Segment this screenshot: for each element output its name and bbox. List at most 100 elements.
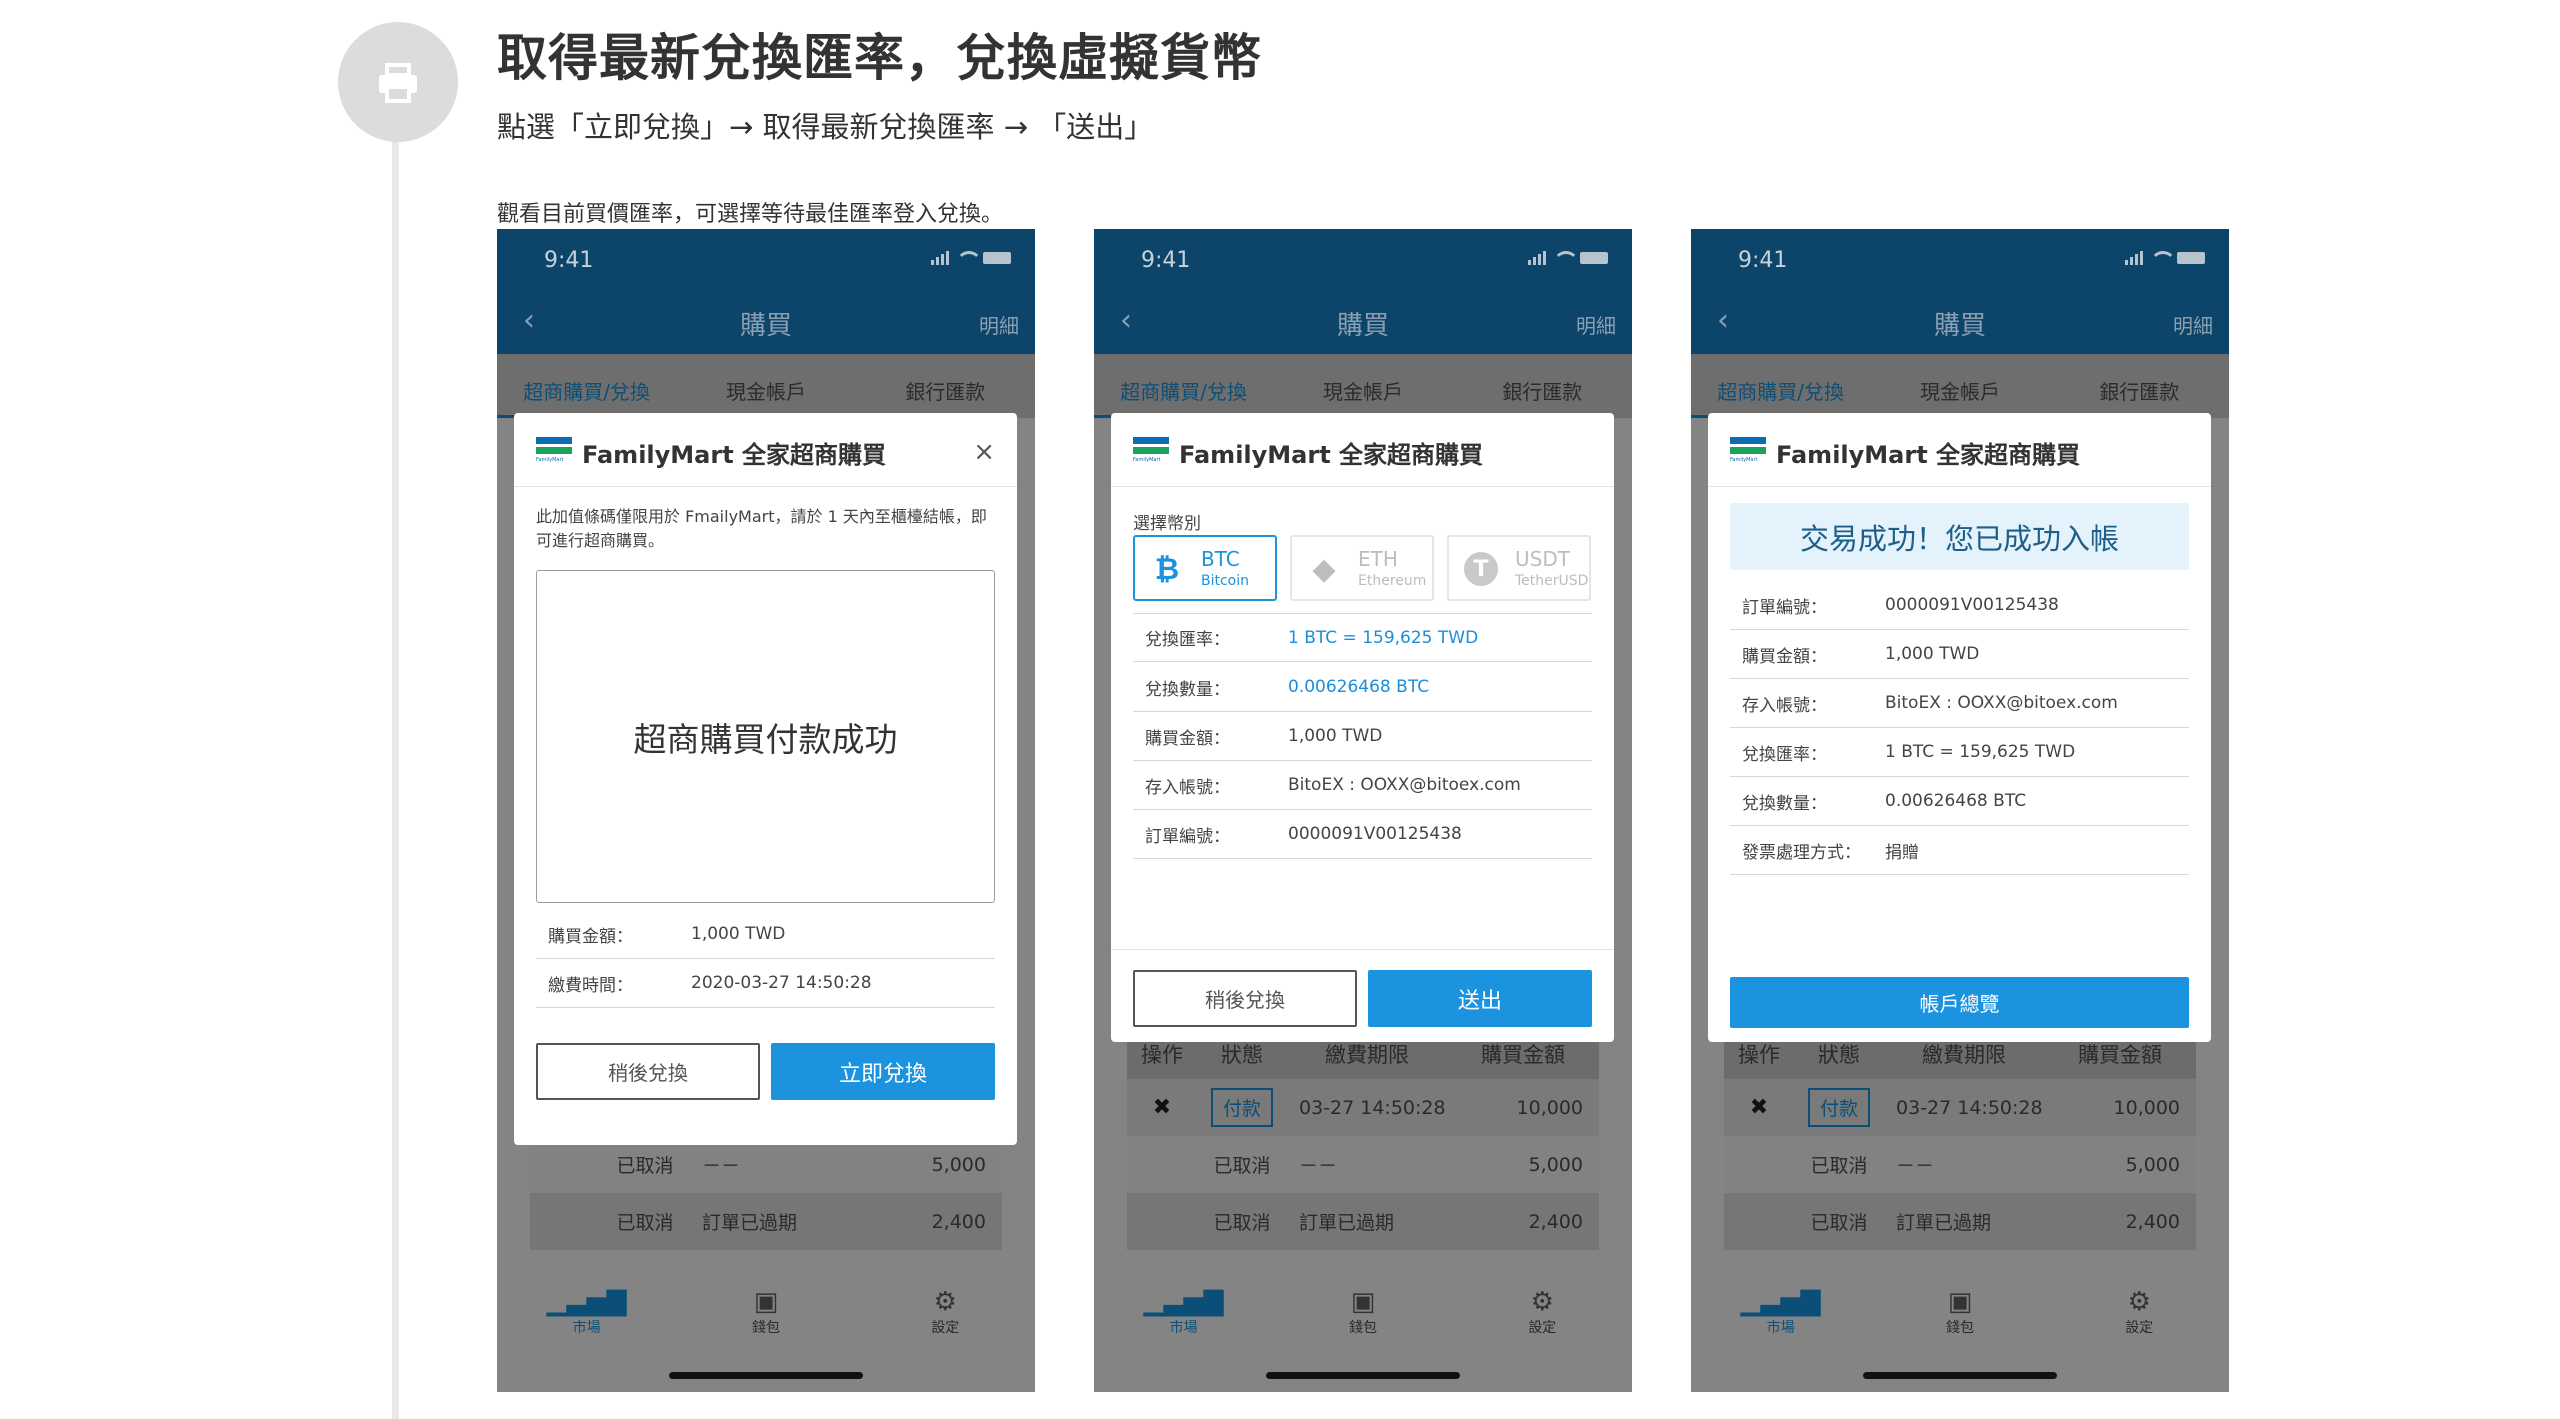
tab-bank-transfer[interactable]: 銀行匯款 — [1453, 354, 1632, 418]
gear-icon: ⚙ — [1530, 1287, 1554, 1317]
row-status: 已取消 — [1810, 1155, 1868, 1177]
tabbar-market[interactable]: ▁▃▅▇ 市場 — [497, 1275, 676, 1355]
pay-button[interactable]: 付款 — [1210, 1088, 1273, 1127]
battery-icon — [983, 252, 1011, 264]
status-bar: 9:41 — [1094, 229, 1632, 289]
coin-option-eth[interactable]: ◆ ETH Ethereum — [1290, 535, 1434, 601]
row-amount: 10,000 — [2113, 1096, 2180, 1119]
tab-store-purchase[interactable]: 超商購買/兌換 — [1094, 354, 1274, 418]
info-row-invoice: 發票處理方式： 捐贈 — [1730, 826, 2189, 875]
chart-bars-icon: ▁▃▅▇ — [546, 1287, 627, 1317]
tab-store-purchase[interactable]: 超商購買/兌換 — [497, 354, 677, 418]
row-status: 已取消 — [1213, 1212, 1271, 1234]
timeline-line — [392, 100, 399, 1419]
col-status: 狀態 — [1221, 1043, 1263, 1067]
home-indicator — [1863, 1372, 2057, 1379]
status-icons — [931, 251, 1011, 265]
cancel-icon[interactable]: ✖ — [1127, 1095, 1197, 1120]
detail-link[interactable]: 明細 — [1576, 310, 1616, 339]
info-label: 訂單編號： — [1145, 826, 1230, 847]
row-amount: 5,000 — [931, 1153, 986, 1176]
tab-cash-account[interactable]: 現金帳戶 — [676, 354, 855, 418]
tabbar-wallet[interactable]: ▣ 錢包 — [1870, 1275, 2049, 1355]
tabbar-settings[interactable]: ⚙ 設定 — [856, 1275, 1035, 1355]
tabbar-label: 市場 — [572, 1320, 601, 1336]
tabbar-settings[interactable]: ⚙ 設定 — [2050, 1275, 2229, 1355]
familymart-logo: FamilyMart — [1730, 437, 1766, 467]
bottom-tabbar: ▁▃▅▇ 市場 ▣ 錢包 ⚙ 設定 — [497, 1275, 1035, 1355]
row-deadline: －－ — [1896, 1155, 1935, 1177]
detail-link[interactable]: 明細 — [979, 310, 1019, 339]
tab-cash-account[interactable]: 現金帳戶 — [1870, 354, 2049, 418]
battery-icon — [1580, 252, 1608, 264]
familymart-modal: FamilyMart FamilyMart 全家超商購買 選擇幣別 ₿ BTC … — [1111, 413, 1614, 1042]
tabbar-market[interactable]: ▁▃▅▇ 市場 — [1691, 1275, 1870, 1355]
nav-bar: ‹ 購買 明細 — [1691, 289, 2229, 354]
tabbar-label: 設定 — [1528, 1320, 1557, 1336]
tabbar-wallet[interactable]: ▣ 錢包 — [1273, 1275, 1452, 1355]
printer-icon — [379, 63, 417, 103]
tabbar-settings[interactable]: ⚙ 設定 — [1453, 1275, 1632, 1355]
tab-bank-transfer[interactable]: 銀行匯款 — [856, 354, 1035, 418]
tab-cash-account[interactable]: 現金帳戶 — [1273, 354, 1452, 418]
status-bar: 9:41 — [1691, 229, 2229, 289]
tabbar-label: 設定 — [931, 1320, 960, 1336]
row-deadline: 訂單已過期 — [702, 1212, 798, 1234]
tabbar-wallet[interactable]: ▣ 錢包 — [676, 1275, 855, 1355]
nav-title: 購買 — [1933, 311, 1986, 341]
wifi-icon — [1553, 251, 1579, 265]
status-icons — [1528, 251, 1608, 265]
status-time: 9:41 — [1738, 248, 1788, 273]
submit-button[interactable]: 送出 — [1368, 970, 1592, 1027]
info-value: 1,000 TWD — [1885, 644, 1980, 664]
tabbar-label: 設定 — [2125, 1320, 2154, 1336]
modal-title: FamilyMart 全家超商購買 — [582, 441, 887, 469]
info-label: 購買金額： — [1145, 728, 1230, 749]
nav-title: 購買 — [1336, 311, 1389, 341]
detail-link[interactable]: 明細 — [2173, 310, 2213, 339]
row-amount: 5,000 — [1528, 1153, 1583, 1176]
tab-bank-transfer[interactable]: 銀行匯款 — [2050, 354, 2229, 418]
coin-symbol: USDT — [1515, 547, 1570, 571]
info-value: 1,000 TWD — [1288, 726, 1383, 746]
info-label: 兌換數量： — [1742, 793, 1827, 814]
tabbar-market[interactable]: ▁▃▅▇ 市場 — [1094, 1275, 1273, 1355]
info-label: 兌換匯率： — [1742, 744, 1827, 765]
info-value: 捐贈 — [1885, 842, 1919, 863]
phone-screenshot-2: 9:41 ‹ 購買 明細 超商購買/兌換 現金帳戶 銀行匯款 操作 狀態 繳費期… — [1094, 229, 1632, 1392]
coin-option-usdt[interactable]: T USDT TetherUSD — [1447, 535, 1591, 601]
familymart-modal: FamilyMart FamilyMart 全家超商購買 交易成功！您已成功入帳… — [1708, 413, 2211, 1042]
info-row-quantity: 兌換數量： 0.00626468 BTC — [1730, 777, 2189, 826]
info-value: 1,000 TWD — [691, 924, 786, 944]
familymart-modal: FamilyMart FamilyMart 全家超商購買 × 此加值條碼僅限用於… — [514, 413, 1017, 1145]
account-overview-button[interactable]: 帳戶總覽 — [1730, 977, 2189, 1028]
col-amount: 購買金額 — [1481, 1043, 1565, 1067]
coin-option-btc[interactable]: ₿ BTC Bitcoin — [1133, 535, 1277, 601]
divider — [1111, 949, 1614, 950]
info-label: 購買金額： — [548, 926, 633, 947]
purchase-tabs: 超商購買/兌換 現金帳戶 銀行匯款 — [1094, 354, 1632, 418]
info-row-paytime: 繳費時間： 2020-03-27 14:50:28 — [536, 959, 995, 1008]
info-row-order: 訂單編號： 0000091V00125438 — [1133, 810, 1592, 859]
col-op: 操作 — [1738, 1043, 1780, 1067]
cancel-icon[interactable]: ✖ — [1724, 1095, 1794, 1120]
table-row: ✖ 付款 03-27 14:50:28 10,000 — [1127, 1079, 1599, 1136]
row-deadline: 03-27 14:50:28 — [1896, 1096, 2043, 1119]
exchange-later-button[interactable]: 稍後兌換 — [1133, 970, 1357, 1027]
tab-store-purchase[interactable]: 超商購買/兌換 — [1691, 354, 1871, 418]
status-time: 9:41 — [544, 248, 594, 273]
ethereum-icon: ◆ — [1312, 551, 1336, 587]
wallet-icon: ▣ — [753, 1287, 779, 1317]
payment-success-box: 超商購買付款成功 — [536, 570, 995, 903]
coin-name: Bitcoin — [1201, 573, 1250, 589]
step-title: 取得最新兌換匯率，兌換虛擬貨幣 — [497, 29, 1262, 87]
modal-header: FamilyMart FamilyMart 全家超商購買 × — [514, 413, 1017, 487]
info-value: 0000091V00125438 — [1288, 824, 1462, 844]
exchange-now-button[interactable]: 立即兌換 — [771, 1043, 995, 1100]
exchange-later-button[interactable]: 稍後兌換 — [536, 1043, 760, 1100]
pay-button[interactable]: 付款 — [1807, 1088, 1870, 1127]
close-icon[interactable]: × — [973, 437, 995, 467]
info-row-amount: 購買金額： 1,000 TWD — [536, 910, 995, 959]
info-row-order: 訂單編號： 0000091V00125438 — [1730, 581, 2189, 630]
bottom-tabbar: ▁▃▅▇ 市場 ▣ 錢包 ⚙ 設定 — [1094, 1275, 1632, 1355]
